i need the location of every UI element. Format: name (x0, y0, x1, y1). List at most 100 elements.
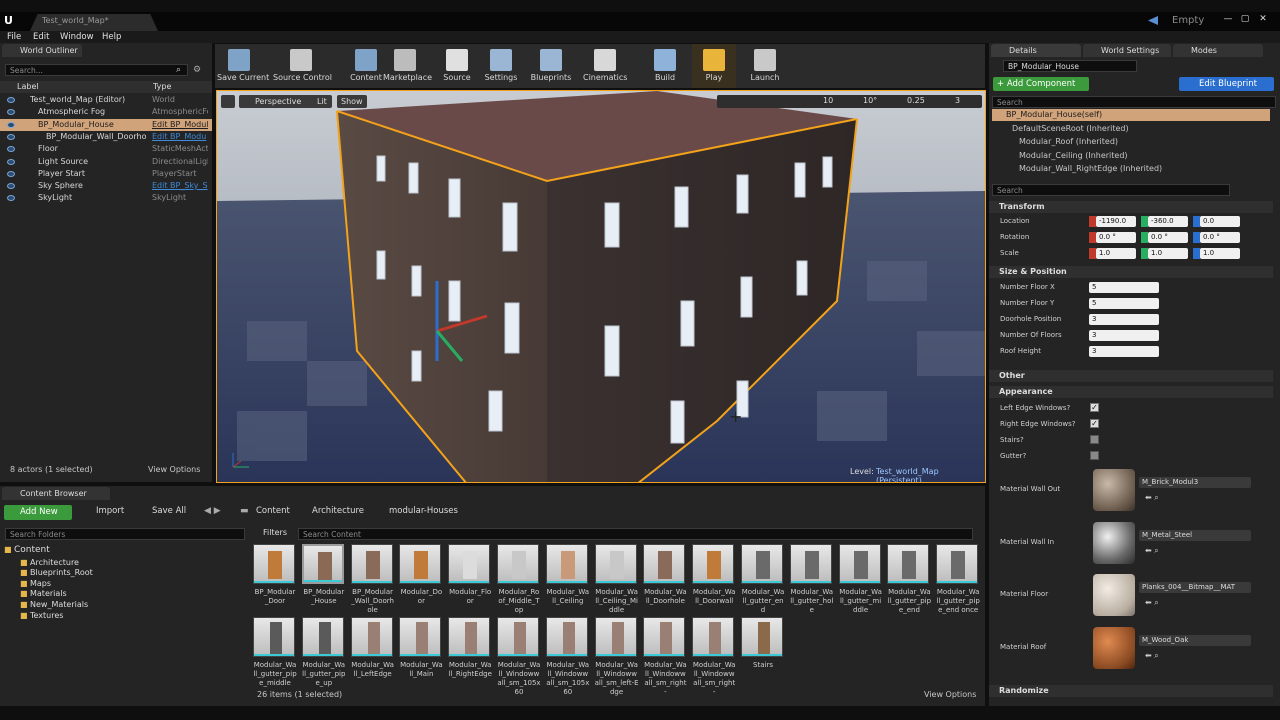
tab-modes[interactable]: Modes (1173, 44, 1263, 57)
outliner-row-type[interactable]: Edit BP_Modu (152, 131, 208, 143)
folder-tree-item[interactable]: Textures (30, 611, 63, 620)
level-viewport[interactable]: + Perspective Lit Show 10 10° 0.25 3 Lev… (216, 90, 986, 483)
viewport-options-button[interactable] (221, 95, 235, 108)
location-y-input[interactable]: -360.0 (1148, 216, 1188, 227)
component-item[interactable]: DefaultSceneRoot (Inherited) (992, 123, 1270, 135)
component-item[interactable]: Modular_Ceiling (Inherited) (992, 150, 1270, 162)
scale-label[interactable]: Scale (1000, 248, 1019, 258)
edit-blueprint-button[interactable]: Edit Blueprint (1179, 77, 1274, 91)
path-segment-architecture[interactable]: Architecture (312, 506, 364, 516)
material-thumbnail[interactable] (1093, 521, 1135, 564)
location-z-input[interactable]: 0.0 (1200, 216, 1240, 227)
checkbox[interactable]: ✓ (1090, 419, 1099, 428)
rotation-snap-value[interactable]: 10° (863, 96, 877, 105)
folder-tree-item[interactable]: New_Materials (30, 600, 88, 609)
search-folders-input[interactable]: Search Folders (5, 528, 245, 540)
visibility-eye-icon[interactable] (7, 133, 15, 140)
menu-file[interactable]: File (7, 31, 21, 43)
size-field-input[interactable]: 5 (1089, 282, 1159, 293)
minimize-button[interactable]: — (1222, 14, 1234, 24)
outliner-search-input[interactable]: Search... (5, 64, 188, 76)
toolbar-button-marketplace[interactable]: Marketplace (383, 44, 432, 88)
checkbox[interactable] (1090, 451, 1099, 460)
path-segment-content[interactable]: Content (256, 506, 290, 516)
path-segment-modular-houses[interactable]: modular-Houses (389, 506, 458, 516)
visibility-eye-icon[interactable] (7, 170, 15, 177)
toolbar-button-source[interactable]: Source (435, 44, 479, 88)
section-appearance[interactable]: Appearance (989, 386, 1273, 398)
asset-tile[interactable]: Modular_Wall_Windowwall_sm_105x60 (545, 617, 590, 697)
toolbar-button-cinematics[interactable]: Cinematics (583, 44, 627, 88)
menu-edit[interactable]: Edit (33, 31, 49, 43)
asset-tile[interactable]: BP_Modular_Door (253, 544, 297, 606)
menu-help[interactable]: Help (102, 31, 121, 43)
asset-tile[interactable]: Modular_Wall_gutter_hole (789, 544, 834, 615)
toolbar-button-settings[interactable]: Settings (479, 44, 523, 88)
checkbox[interactable]: ✓ (1090, 403, 1099, 412)
scale-z-input[interactable]: 1.0 (1200, 248, 1240, 259)
section-randomize[interactable]: Randomize (989, 685, 1273, 697)
asset-tile[interactable]: BP_Modular_Wall_Doorhole (350, 544, 395, 615)
location-label[interactable]: Location (1000, 216, 1030, 226)
asset-tile[interactable]: Modular_Wall_gutter_middle (838, 544, 883, 615)
close-button[interactable]: ✕ (1257, 14, 1269, 24)
tab-details[interactable]: Details (991, 44, 1081, 57)
toolbar-button-save-current[interactable]: Save Current (217, 44, 269, 88)
component-item[interactable]: Modular_Wall_RightEdge (Inherited) (992, 163, 1270, 175)
asset-tile[interactable]: Modular_Roof_Middle_Top (497, 544, 541, 615)
folder-tree-item[interactable]: Blueprints_Root (30, 568, 93, 577)
asset-tile[interactable]: Modular_Wall_RightEdge (448, 617, 492, 679)
asset-tile[interactable]: Modular_Wall_Doorwall (692, 544, 736, 606)
back-icon[interactable]: ◀ ▶ (204, 506, 221, 516)
material-select[interactable]: M_Metal_Steel (1139, 529, 1251, 541)
component-item[interactable]: Modular_Roof (Inherited) (992, 136, 1270, 148)
show-button[interactable]: Show (337, 95, 367, 108)
size-field-input[interactable]: 3 (1089, 346, 1159, 357)
scale-snap-value[interactable]: 0.25 (907, 96, 925, 105)
menu-window[interactable]: Window (60, 31, 94, 43)
filters-button[interactable]: Filters (255, 528, 287, 537)
outliner-row-type[interactable]: Edit BP_Sky_S (152, 180, 208, 192)
section-other[interactable]: Other (989, 370, 1273, 382)
asset-tile[interactable]: Modular_Wall_Windowwall_sm_right- (643, 617, 687, 697)
asset-tile[interactable]: Modular_Wall_Windowwall_sm_right- (692, 617, 736, 697)
add-new-button[interactable]: Add New (4, 505, 72, 520)
outliner-row-type[interactable]: Edit BP_Modul (152, 119, 208, 131)
column-label[interactable]: Label (17, 81, 39, 93)
visibility-eye-icon[interactable] (7, 97, 15, 103)
rotation-x-input[interactable]: 0.0 ° (1096, 232, 1136, 243)
settings-icon[interactable]: ⚙ (193, 65, 201, 75)
material-select[interactable]: M_Brick_Modul3 (1139, 477, 1251, 488)
material-select[interactable]: Planks_004__Bitmap__MAT (1139, 582, 1251, 593)
asset-tile[interactable]: Modular_Floor (448, 544, 492, 606)
visibility-eye-icon[interactable] (7, 158, 15, 165)
toolbar-button-source-control[interactable]: Source Control (273, 44, 332, 88)
asset-tile[interactable]: Stairs (741, 617, 785, 670)
grid-snap-value[interactable]: 10 (823, 96, 833, 105)
asset-tile[interactable]: Modular_Wall_Ceiling_Middle (594, 544, 639, 615)
visibility-eye-icon[interactable] (7, 121, 15, 128)
add-component-button[interactable]: + Add Component (993, 77, 1089, 91)
tab-world-settings[interactable]: World Settings (1083, 44, 1171, 57)
asset-tile[interactable]: Modular_Wall_gutter_pipe_end (887, 544, 931, 615)
material-thumbnail[interactable] (1093, 574, 1135, 616)
asset-tile[interactable]: Modular_Wall_LeftEdge (350, 617, 395, 679)
size-field-input[interactable]: 5 (1089, 298, 1159, 309)
rotation-y-input[interactable]: 0.0 ° (1148, 232, 1188, 243)
material-thumbnail[interactable] (1093, 626, 1135, 669)
maximize-button[interactable]: ▢ (1239, 14, 1251, 24)
perspective-button[interactable]: Perspective (239, 95, 307, 108)
search-content-input[interactable]: Search Content (298, 528, 973, 540)
toolbar-button-play[interactable]: Play (692, 44, 736, 88)
use-selected-arrow-icon[interactable]: ⬅ ⌕ (1145, 546, 1159, 556)
toolbar-button-launch[interactable]: Launch (743, 44, 787, 88)
use-selected-arrow-icon[interactable]: ⬅ ⌕ (1145, 493, 1159, 503)
tab-content-browser[interactable]: Content Browser (2, 487, 110, 500)
save-all-button[interactable]: Save All (140, 506, 186, 516)
asset-tile[interactable]: Modular_Wall_Doorhole (643, 544, 687, 606)
toolbar-button-content[interactable]: Content (344, 44, 388, 88)
tab-world-outliner[interactable]: World Outliner (2, 44, 82, 57)
details-search-input[interactable]: Search (992, 184, 1230, 196)
column-type[interactable]: Type (153, 81, 171, 93)
actor-name-input[interactable]: BP_Modular_House (1003, 60, 1137, 72)
